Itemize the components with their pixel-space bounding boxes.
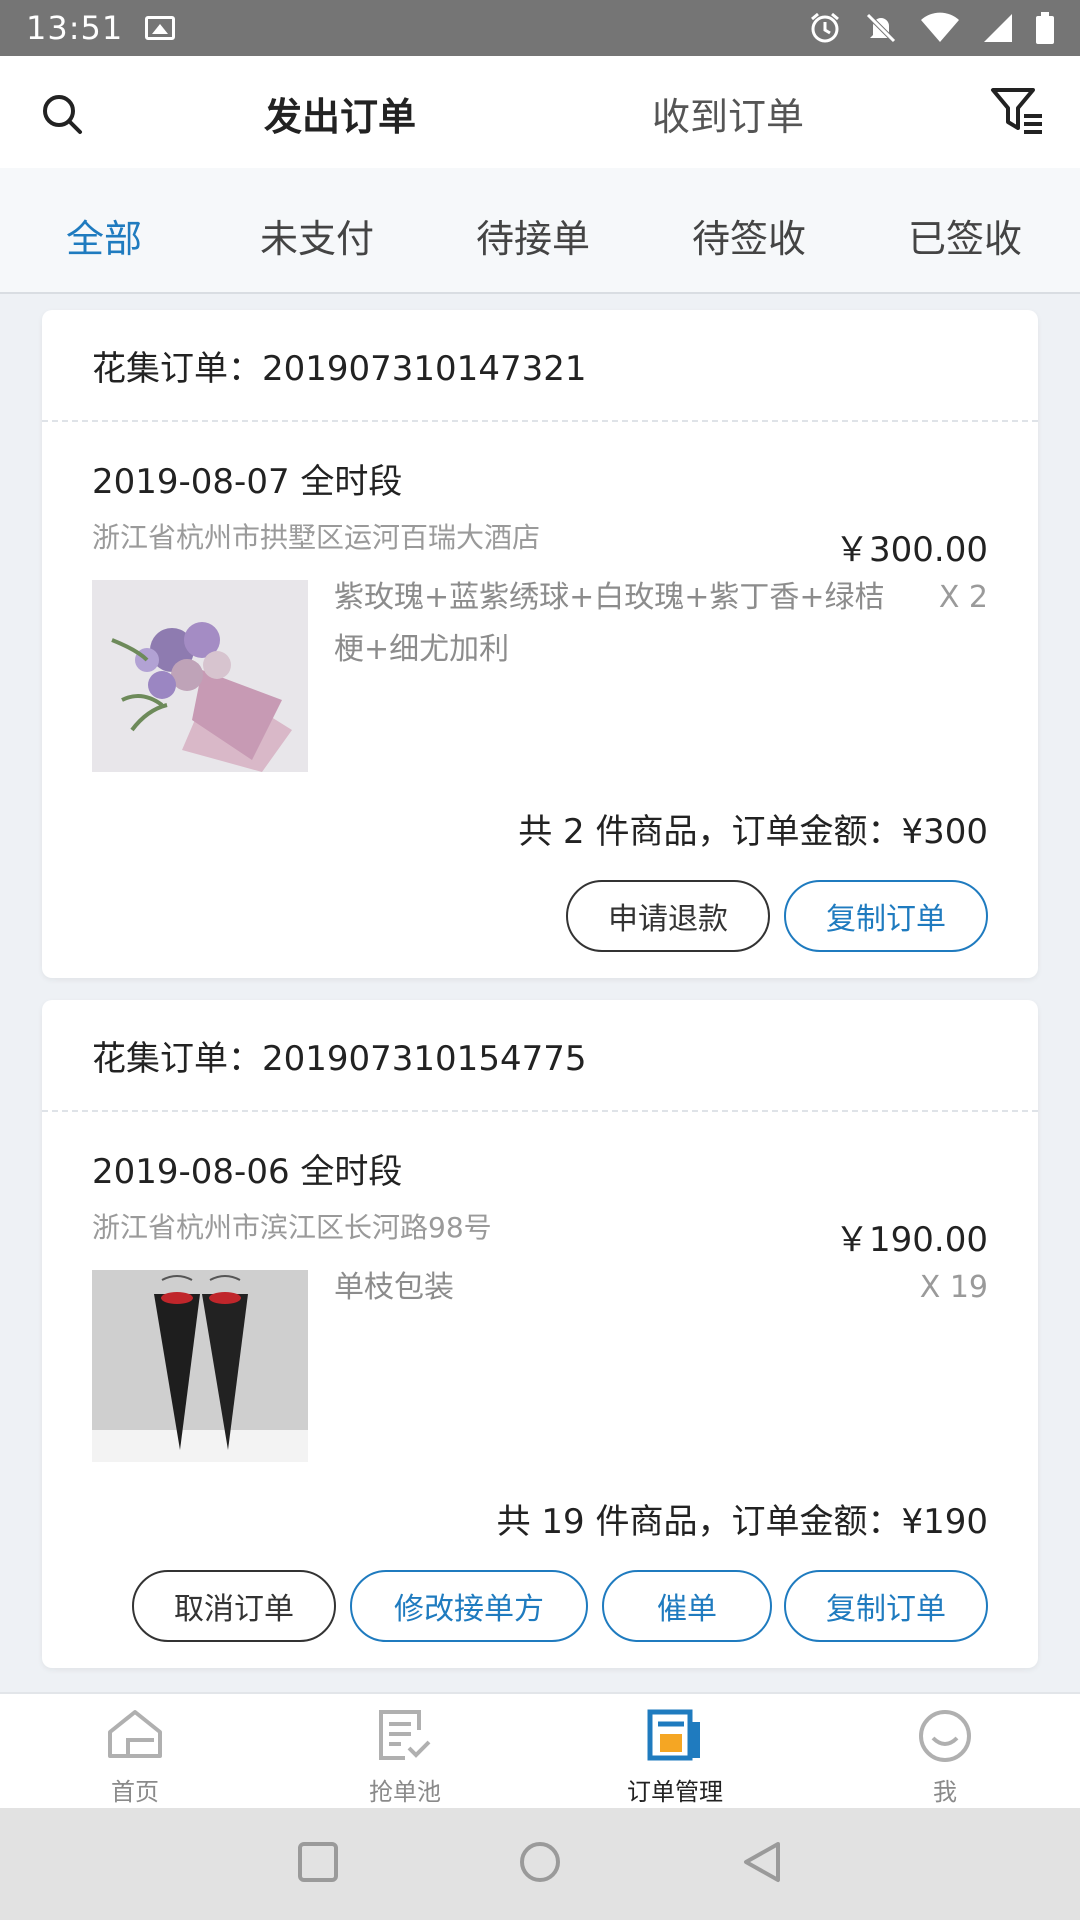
delivery-date: 2019-08-06 全时段: [92, 1152, 403, 1192]
nav-order-management-label: 订单管理: [627, 1778, 723, 1806]
home-circle-icon[interactable]: [518, 1840, 562, 1884]
search-icon[interactable]: [40, 92, 84, 136]
order-summary: 共 2 件商品，订单金额：¥300: [518, 812, 988, 852]
order-price: ￥300.00: [835, 530, 988, 570]
product-image[interactable]: [92, 1270, 308, 1462]
nav-home-label: 首页: [111, 1778, 159, 1806]
smile-profile-icon: [919, 1710, 971, 1762]
image-notification-icon: [145, 16, 176, 40]
filter-icon[interactable]: [990, 86, 1046, 136]
urge-order-button[interactable]: 催单: [602, 1570, 772, 1642]
change-recipient-button[interactable]: 修改接单方: [350, 1570, 588, 1642]
order-document-icon: [647, 1709, 700, 1761]
nav-order-management[interactable]: 订单管理: [540, 1694, 810, 1810]
delivery-address: 浙江省杭州市拱墅区运河百瑞大酒店: [92, 521, 541, 554]
nav-order-pool-label: 抢单池: [369, 1778, 441, 1806]
status-icons: [808, 11, 1054, 45]
status-filter-tabs: 全部 未支付 待接单 待签收 已签收: [0, 168, 1080, 294]
product-quantity: X 19: [919, 1270, 988, 1305]
battery-icon: [1036, 12, 1054, 44]
back-icon[interactable]: [740, 1840, 784, 1884]
product-image[interactable]: [92, 580, 308, 772]
subtab-unpaid[interactable]: 未支付: [260, 208, 374, 263]
nav-home[interactable]: 首页: [0, 1694, 270, 1810]
copy-order-button[interactable]: 复制订单: [784, 1570, 988, 1642]
tab-sent-orders-label: 发出订单: [264, 95, 417, 139]
nav-order-pool[interactable]: 抢单池: [270, 1694, 540, 1810]
tab-received-orders[interactable]: 收到订单: [652, 86, 804, 141]
product-name: 单枝包装: [334, 1270, 454, 1305]
copy-order-button[interactable]: 复制订单: [784, 880, 988, 952]
order-card[interactable]: 花集订单：201907310147321 2019-08-07 全时段 浙江省杭…: [42, 310, 1038, 978]
order-card[interactable]: 花集订单：201907310154775 2019-08-06 全时段 浙江省杭…: [42, 1000, 1038, 1668]
nav-me[interactable]: 我: [810, 1694, 1080, 1810]
status-time: 13:51: [26, 9, 124, 47]
tab-sent-orders[interactable]: 发出订单: [254, 86, 427, 143]
system-nav-bar: [0, 1808, 1080, 1920]
status-bar: 13:51: [0, 0, 1080, 56]
order-number: 花集订单：201907310147321: [42, 310, 1038, 422]
signal-icon: [984, 14, 1012, 42]
order-number: 花集订单：201907310154775: [42, 1000, 1038, 1112]
product-name-line1: 紫玫瑰+蓝紫绣球+白玫瑰+紫丁香+绿桔: [334, 580, 885, 615]
delivery-date: 2019-08-07 全时段: [92, 462, 403, 502]
order-summary: 共 19 件商品，订单金额：¥190: [496, 1502, 988, 1542]
delivery-address: 浙江省杭州市滨江区长河路98号: [92, 1211, 492, 1244]
product-name-line2: 梗+细尤加利: [334, 632, 510, 667]
recent-apps-icon[interactable]: [296, 1840, 340, 1884]
subtab-received[interactable]: 已签收: [908, 208, 1022, 263]
notifications-off-icon: [866, 13, 896, 43]
bottom-nav: 首页 抢单池 订单管理 我: [0, 1692, 1080, 1808]
product-quantity: X 2: [938, 580, 988, 615]
request-refund-button[interactable]: 申请退款: [566, 880, 770, 952]
wifi-icon: [921, 12, 959, 42]
nav-me-label: 我: [933, 1778, 957, 1806]
order-price: ￥190.00: [835, 1220, 988, 1260]
checklist-icon: [379, 1710, 431, 1760]
alarm-icon: [811, 12, 839, 43]
subtab-pending-accept[interactable]: 待接单: [476, 208, 590, 263]
top-nav: 发出订单 收到订单: [0, 56, 1080, 168]
subtab-pending-receipt[interactable]: 待签收: [692, 208, 806, 263]
subtab-all[interactable]: 全部: [66, 208, 142, 263]
home-icon: [108, 1710, 162, 1758]
product-name: 紫玫瑰+蓝紫绣球+白玫瑰+紫丁香+绿桔 梗+细尤加利: [334, 572, 924, 676]
cancel-order-button[interactable]: 取消订单: [132, 1570, 336, 1642]
